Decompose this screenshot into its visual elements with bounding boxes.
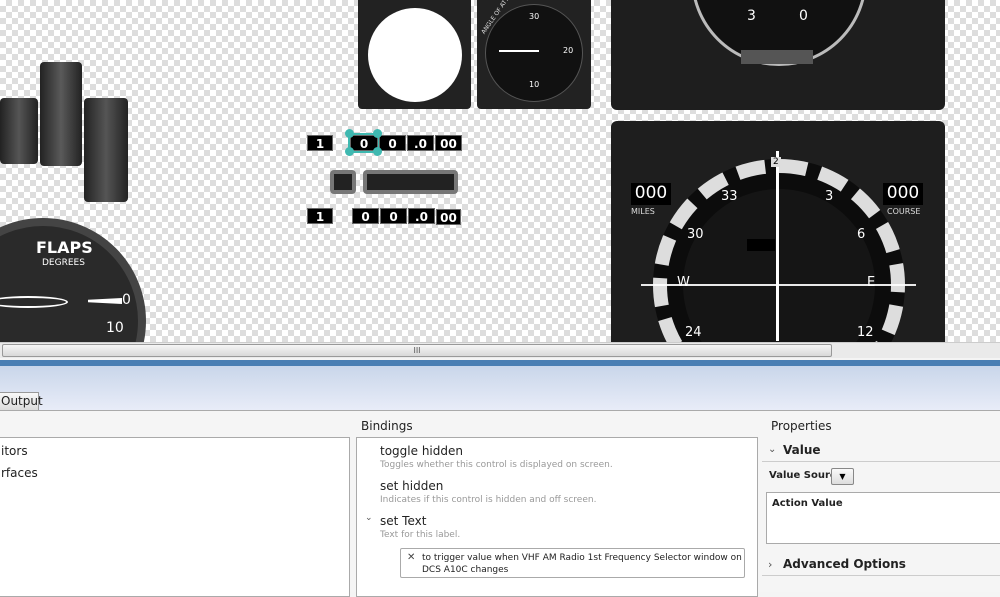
selection-handle[interactable] [373, 129, 382, 138]
toolbar-area [0, 366, 1000, 410]
compass-mark: 33 [721, 189, 738, 204]
action-value-label: Action Value [772, 498, 843, 509]
remove-icon[interactable]: ✕ [407, 552, 415, 563]
binding-name[interactable]: set hidden [380, 479, 443, 493]
selection-handle[interactable] [345, 129, 354, 138]
binding-entry[interactable]: ✕ to trigger value when VHF AM Radio 1st… [400, 548, 745, 578]
hsi-gauge[interactable]: 000 MILES 000 COURSE 2 33 30 W 3 6 E 24 … [611, 121, 945, 342]
radio-digit-5[interactable]: 00 [435, 135, 462, 151]
flaps-subtitle: DEGREES [42, 258, 85, 268]
heading-bug[interactable]: 2 [771, 157, 781, 167]
properties-header: Properties [771, 419, 832, 433]
radio-digit-4[interactable]: .0 [408, 208, 435, 224]
adi-gauge[interactable]: 3 0 [611, 0, 945, 110]
throttle-control[interactable] [0, 62, 128, 202]
binding-name[interactable]: set Text [380, 514, 426, 528]
compass-mark: W [677, 275, 690, 290]
selection-handle[interactable] [373, 147, 382, 156]
compass-mark: 24 [685, 325, 702, 340]
flaps-title: FLAPS [36, 238, 93, 257]
radio-digit-2[interactable]: 0 [352, 208, 379, 224]
binding-text: to trigger value when VHF AM Radio 1st F… [422, 553, 742, 575]
binding-desc: Toggles whether this control is displaye… [380, 460, 613, 470]
compass-mark: 12 [857, 325, 874, 340]
bindings-list: toggle hidden Toggles whether this contr… [356, 437, 758, 597]
tree-item[interactable]: rfaces [1, 466, 38, 480]
compass-mark: 30 [687, 227, 704, 242]
blank-gauge[interactable] [358, 0, 471, 109]
aoa-mark: 30 [529, 12, 540, 21]
course-label: COURSE [887, 207, 921, 216]
action-value-box[interactable]: Action Value [766, 492, 1000, 544]
miles-readout: 000 [631, 183, 671, 205]
value-section-header[interactable]: Value [783, 443, 821, 457]
scrollbar-thumb[interactable]: III [2, 344, 832, 357]
radio-digit-3[interactable]: 0 [379, 135, 406, 151]
bindings-header: Bindings [361, 419, 413, 433]
advanced-options-header[interactable]: Advanced Options [783, 557, 906, 571]
radio-digit-1[interactable]: 1 [307, 208, 333, 224]
selection-handle[interactable] [345, 147, 354, 156]
tab-output[interactable]: Output [0, 392, 43, 411]
aoa-mark: 10 [529, 80, 540, 89]
course-readout: 000 [883, 183, 923, 205]
adi-mark: 3 [747, 8, 756, 24]
binding-desc: Indicates if this control is hidden and … [380, 495, 597, 505]
flaps-mark: 10 [106, 320, 124, 336]
indicator-wide[interactable] [363, 170, 458, 194]
aoa-gauge[interactable]: ANGLE OF ATTACK 30 20 10 [477, 0, 591, 109]
tree-item[interactable]: itors [1, 444, 28, 458]
value-source-dropdown[interactable]: ▼ [831, 468, 854, 485]
radio-digit-1[interactable]: 1 [307, 135, 333, 151]
radio-digit-4[interactable]: .0 [407, 135, 434, 151]
miles-label: MILES [631, 207, 655, 216]
flaps-gauge[interactable]: FLAPS DEGREES 0 10 [0, 218, 146, 342]
bottom-panel: itors rfaces Bindings toggle hidden Togg… [0, 410, 1000, 597]
flaps-mark: 0 [122, 292, 131, 308]
adi-mark: 0 [799, 8, 808, 24]
left-tree: itors rfaces [0, 437, 350, 597]
horizontal-scrollbar[interactable]: III [0, 342, 1000, 358]
compass-mark: 3 [825, 189, 834, 204]
chevron-down-icon[interactable]: ⌄ [768, 444, 776, 455]
compass-mark: E [867, 275, 876, 290]
chevron-right-icon[interactable]: › [768, 558, 772, 571]
compass-mark: 6 [857, 227, 866, 242]
radio-digit-3[interactable]: 0 [380, 208, 407, 224]
binding-desc: Text for this label. [380, 530, 461, 540]
design-canvas[interactable]: FLAPS DEGREES 0 10 ANGLE OF ATTACK 30 20… [0, 0, 1000, 342]
radio-digit-5[interactable]: 00 [436, 209, 461, 225]
chevron-down-icon[interactable]: ⌄ [365, 513, 373, 523]
indicator-small[interactable] [330, 170, 356, 194]
binding-name[interactable]: toggle hidden [380, 444, 463, 458]
aoa-mark: 20 [563, 46, 574, 55]
